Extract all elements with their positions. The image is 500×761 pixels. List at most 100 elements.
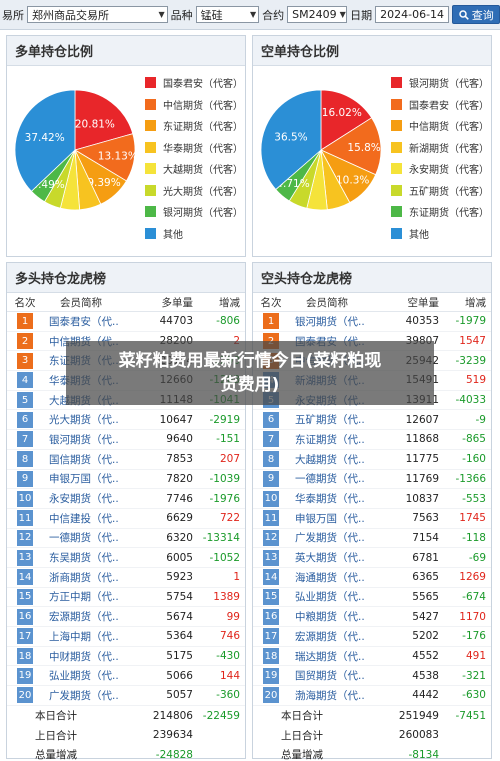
member-name-link[interactable]: 弘业期货（代... — [43, 668, 119, 683]
member-name-link[interactable]: 永安期货（代... — [43, 491, 119, 506]
member-name-link[interactable]: 国贸期货（代... — [289, 668, 365, 683]
query-button[interactable]: 查询 — [452, 5, 500, 24]
member-name-link[interactable]: 弘业期货（代... — [289, 589, 365, 604]
table-row[interactable]: 1 银河期货（代... 40353 -1979 — [253, 312, 491, 332]
legend-item[interactable]: 五矿期货（代客） — [391, 180, 489, 202]
table-row[interactable]: 13 英大期货（代... 6781 -69 — [253, 548, 491, 568]
volume-cell: 7746 — [166, 492, 193, 505]
member-name-link[interactable]: 光大期货（代... — [43, 412, 119, 427]
table-row[interactable]: 19 弘业期货（代... 5066 144 — [7, 666, 245, 687]
member-name-link[interactable]: 中财期货（代... — [43, 649, 119, 664]
table-row[interactable]: 8 国信期货（代... 7853 207 — [7, 450, 245, 470]
change-cell: -151 — [216, 433, 240, 446]
member-name-link[interactable]: 国泰君安（代... — [43, 314, 119, 329]
legend-swatch — [145, 163, 156, 175]
member-name-link[interactable]: 中信建投（代... — [43, 511, 119, 526]
table-row[interactable]: 12 一德期货（代... 6320 -13314 — [7, 529, 245, 549]
rank-badge: 9 — [263, 470, 279, 487]
table-row[interactable]: 18 瑞达期货（代... 4552 491 — [253, 647, 491, 667]
legend-item[interactable]: 银河期货（代客） — [391, 72, 489, 94]
volume-cell: 6320 — [166, 531, 193, 544]
table-row[interactable]: 11 中信建投（代... 6629 722 — [7, 509, 245, 529]
table-row[interactable]: 8 大越期货（代... 11775 -160 — [253, 450, 491, 470]
date-input[interactable]: 2024-06-14 — [375, 6, 450, 23]
table-row[interactable]: 9 一德期货（代... 11769 -1366 — [253, 470, 491, 490]
legend-swatch — [391, 98, 402, 110]
legend-item[interactable]: 其他 — [391, 223, 489, 245]
table-row[interactable]: 14 海通期货（代... 6365 1269 — [253, 568, 491, 588]
table-row[interactable]: 6 五矿期货（代... 12607 -9 — [253, 410, 491, 431]
table-row[interactable]: 14 浙商期货（代... 5923 1 — [7, 568, 245, 588]
rank-badge: 19 — [263, 667, 279, 684]
member-name-link[interactable]: 东证期货（代... — [289, 432, 365, 447]
member-name-link[interactable]: 东吴期货（代... — [43, 550, 119, 565]
member-name-link[interactable]: 国信期货（代... — [43, 452, 119, 467]
member-name-link[interactable]: 广发期货（代... — [289, 530, 365, 545]
member-name-link[interactable]: 华泰期货（代... — [289, 491, 365, 506]
table-row[interactable]: 12 广发期货（代... 7154 -118 — [253, 529, 491, 549]
headline-overlay: 菜籽粕费用最新行情今日(菜籽粕现 货费用) — [66, 341, 434, 405]
table-row[interactable]: 6 光大期货（代... 10647 -2919 — [7, 410, 245, 431]
table-row[interactable]: 16 中粮期货（代... 5427 1170 — [253, 607, 491, 627]
table-row[interactable]: 1 国泰君安（代... 44703 -806 — [7, 312, 245, 332]
table-row[interactable]: 15 弘业期货（代... 5565 -674 — [253, 588, 491, 608]
change-cell: -1039 — [209, 472, 240, 485]
legend-item[interactable]: 光大期货（代客） — [145, 180, 243, 202]
legend-item[interactable]: 中信期货（代客） — [391, 115, 489, 137]
member-name-link[interactable]: 英大期货（代... — [289, 550, 365, 565]
legend-item[interactable]: 华泰期货（代客） — [145, 137, 243, 159]
member-name-link[interactable]: 宏源期货（代... — [289, 629, 365, 644]
table-row[interactable]: 7 银河期货（代... 9640 -151 — [7, 430, 245, 450]
member-name-link[interactable]: 一德期货（代... — [43, 530, 119, 545]
table-row[interactable]: 10 华泰期货（代... 10837 -553 — [253, 489, 491, 509]
table-row[interactable]: 17 上海中期（代... 5364 746 — [7, 627, 245, 647]
legend-item[interactable]: 东证期货（代客） — [391, 201, 489, 223]
member-name-link[interactable]: 申银万国（代... — [43, 471, 119, 486]
member-name-link[interactable]: 浙商期货（代... — [43, 570, 119, 585]
volume-cell: 44703 — [159, 315, 193, 328]
table-row[interactable]: 18 中财期货（代... 5175 -430 — [7, 647, 245, 667]
table-row[interactable]: 20 渤海期货（代... 4442 -630 — [253, 686, 491, 706]
member-name-link[interactable]: 中粮期货（代... — [289, 609, 365, 624]
table-row[interactable]: 13 东吴期货（代... 6005 -1052 — [7, 548, 245, 568]
contract-value: SM2409 — [292, 8, 337, 21]
legend-item[interactable]: 永安期货（代客） — [391, 158, 489, 180]
member-name-link[interactable]: 海通期货（代... — [289, 570, 365, 585]
member-name-link[interactable]: 方正中期（代... — [43, 589, 119, 604]
legend-item[interactable]: 东证期货（代客） — [145, 115, 243, 137]
table-row[interactable]: 16 宏源期货（代... 5674 99 — [7, 607, 245, 627]
legend-item[interactable]: 新湖期货（代客） — [391, 137, 489, 159]
exchange-select[interactable]: 郑州商品交易所 ▼ — [27, 6, 168, 23]
table-row[interactable]: 17 宏源期货（代... 5202 -176 — [253, 627, 491, 647]
table-row[interactable]: 10 永安期货（代... 7746 -1976 — [7, 489, 245, 509]
member-name-link[interactable]: 申银万国（代... — [289, 511, 365, 526]
volume-cell: 7154 — [412, 531, 439, 544]
variety-select[interactable]: 锰硅 ▼ — [195, 6, 260, 23]
member-name-link[interactable]: 银河期货（代... — [289, 314, 365, 329]
table-row[interactable]: 9 申银万国（代... 7820 -1039 — [7, 470, 245, 490]
table-row[interactable]: 20 广发期货（代... 5057 -360 — [7, 686, 245, 706]
member-name-link[interactable]: 银河期货（代... — [43, 432, 119, 447]
member-name-link[interactable]: 五矿期货（代... — [289, 412, 365, 427]
volume-cell: 12607 — [405, 413, 439, 426]
member-name-link[interactable]: 上海中期（代... — [43, 629, 119, 644]
table-row[interactable]: 7 东证期货（代... 11868 -865 — [253, 430, 491, 450]
table-row[interactable]: 15 方正中期（代... 5754 1389 — [7, 588, 245, 608]
table-row[interactable]: 11 申银万国（代... 7563 1745 — [253, 509, 491, 529]
legend-item[interactable]: 银河期货（代客） — [145, 201, 243, 223]
contract-select[interactable]: SM2409 ▼ — [287, 6, 348, 23]
volume-cell: 10837 — [405, 492, 439, 505]
member-name-link[interactable]: 渤海期货（代... — [289, 688, 365, 703]
member-name-link[interactable]: 宏源期货（代... — [43, 609, 119, 624]
member-name-link[interactable]: 瑞达期货（代... — [289, 649, 365, 664]
legend-item[interactable]: 中信期货（代客） — [145, 94, 243, 116]
legend-item[interactable]: 大越期货（代客） — [145, 158, 243, 180]
legend-item[interactable]: 国泰君安（代客） — [391, 94, 489, 116]
legend-item[interactable]: 其他 — [145, 223, 243, 245]
table-row[interactable]: 19 国贸期货（代... 4538 -321 — [253, 666, 491, 687]
member-name-link[interactable]: 一德期货（代... — [289, 471, 365, 486]
legend-label: 华泰期货（代客） — [163, 143, 243, 155]
member-name-link[interactable]: 广发期货（代... — [43, 688, 119, 703]
legend-item[interactable]: 国泰君安（代客） — [145, 72, 243, 94]
member-name-link[interactable]: 大越期货（代... — [289, 452, 365, 467]
